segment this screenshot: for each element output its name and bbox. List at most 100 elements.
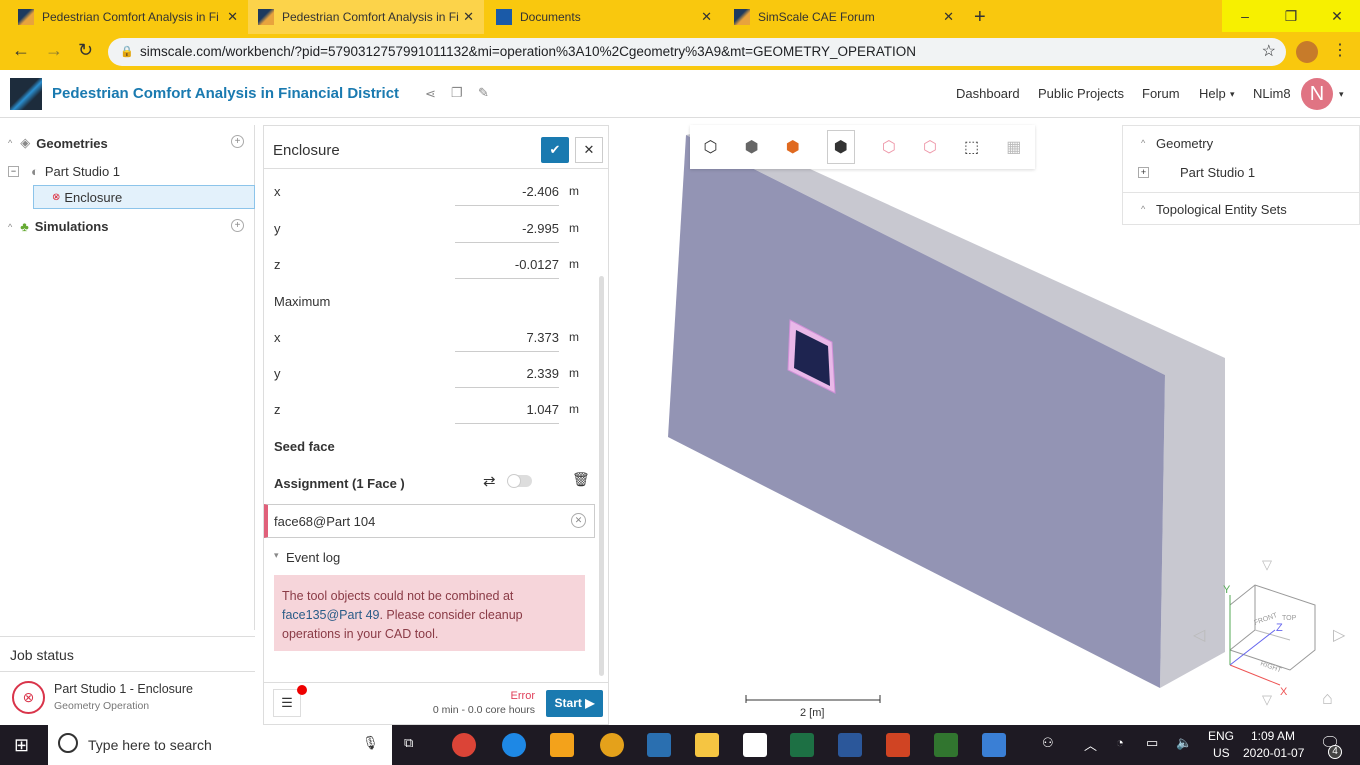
chevron-down-icon[interactable]: ▾: [1230, 89, 1235, 100]
nav-forum[interactable]: Forum: [1142, 86, 1180, 101]
user-avatar[interactable]: N: [1301, 78, 1333, 110]
geometry-heading[interactable]: Geometry: [1156, 136, 1213, 151]
browser-tab-active[interactable]: Pedestrian Comfort Analysis in Fi ✕: [248, 0, 484, 34]
close-button[interactable]: ✕: [575, 137, 603, 163]
windows-start-icon[interactable]: ⊞: [14, 735, 29, 756]
url-input[interactable]: 🔒 simscale.com/workbench/?pid=57903127579…: [108, 38, 1286, 66]
tree-item-part-studio[interactable]: − ◐ Part Studio 1: [8, 164, 120, 179]
seed-face-label: Seed face: [274, 439, 335, 454]
profile-avatar[interactable]: [1296, 41, 1318, 63]
restore-button[interactable]: ❐: [1268, 0, 1314, 32]
volume-icon[interactable]: 🔈: [1176, 735, 1192, 751]
taskbar-search[interactable]: Type here to search 🎙: [48, 725, 392, 765]
start-button[interactable]: Start ▶: [546, 690, 603, 717]
monitor-app-icon[interactable]: [647, 733, 671, 757]
close-tab-icon[interactable]: ✕: [943, 9, 954, 25]
part-studio-item[interactable]: Part Studio 1: [1180, 165, 1255, 180]
close-window-button[interactable]: ✕: [1314, 0, 1360, 32]
tray-chevron-icon[interactable]: ︿: [1084, 735, 1097, 754]
rotate-down-icon[interactable]: ▽: [1262, 692, 1272, 708]
dotted-cube-icon[interactable]: ⬡: [882, 137, 896, 157]
edge-icon[interactable]: [502, 733, 526, 757]
adobe-icon[interactable]: [743, 733, 767, 757]
excel-icon[interactable]: [790, 733, 814, 757]
event-log-label[interactable]: Event log: [286, 550, 340, 565]
battery-icon[interactable]: ▭: [1146, 735, 1158, 751]
task-view-icon[interactable]: ⧉: [404, 735, 413, 751]
wifi-icon[interactable]: ◔: [1116, 735, 1124, 750]
rotate-right-icon[interactable]: ▷: [1333, 625, 1345, 645]
forward-icon[interactable]: →: [45, 40, 63, 61]
box-select-icon[interactable]: ⬚: [964, 137, 979, 157]
close-tab-icon[interactable]: ✕: [463, 9, 474, 25]
tree-item-geometries[interactable]: ^ ◈ Geometries: [8, 135, 108, 151]
solid-cube-icon[interactable]: ⬢: [745, 137, 759, 157]
add-simulation-button[interactable]: +: [231, 219, 244, 232]
share-icon[interactable]: ⋖: [425, 86, 436, 102]
collapse-icon[interactable]: −: [8, 166, 19, 177]
nav-public-projects[interactable]: Public Projects: [1038, 86, 1124, 101]
tree-item-enclosure[interactable]: ⊗ Enclosure: [33, 185, 255, 209]
job-type: Geometry Operation: [54, 700, 150, 712]
chevron-down-icon[interactable]: ▾: [1339, 89, 1344, 100]
selection-toggle[interactable]: [507, 474, 532, 488]
simscale-logo[interactable]: [10, 78, 42, 110]
face-link[interactable]: face135@Part 49: [282, 608, 379, 622]
region-indicator[interactable]: US: [1213, 746, 1230, 760]
nav-help[interactable]: Help: [1199, 86, 1226, 101]
bookmark-star-icon[interactable]: ☆: [1262, 38, 1276, 66]
scrollbar[interactable]: [599, 276, 604, 676]
rotate-up-icon[interactable]: ▽: [1262, 557, 1272, 573]
rotate-left-icon[interactable]: ◁: [1193, 625, 1205, 645]
3d-viewport[interactable]: FRONT TOP RIGHT 2 [m] X Y Z ▽ ▽ ◁ ▷ ⌂ ⬡ ⬢…: [610, 120, 1360, 725]
home-view-icon[interactable]: ⌂: [1322, 688, 1333, 709]
selected-cube-icon[interactable]: ⬢: [826, 130, 855, 164]
remove-face-icon[interactable]: ✕: [571, 513, 586, 528]
swap-icon[interactable]: ⇄: [483, 472, 496, 490]
store-icon[interactable]: [550, 733, 574, 757]
file-explorer-icon[interactable]: [695, 733, 719, 757]
back-icon[interactable]: ←: [12, 40, 30, 61]
view-cube[interactable]: [1229, 584, 1316, 671]
clock-time[interactable]: 1:09 AM: [1251, 729, 1295, 743]
wireframe-cube-icon[interactable]: ⬡: [704, 137, 718, 157]
close-tab-icon[interactable]: ✕: [701, 9, 712, 25]
username[interactable]: NLim8: [1253, 86, 1291, 101]
job-name[interactable]: Part Studio 1 - Enclosure: [54, 682, 193, 696]
reload-icon[interactable]: ↻: [78, 40, 93, 61]
browser-tab[interactable]: Pedestrian Comfort Analysis in Fi ✕: [8, 0, 248, 34]
close-tab-icon[interactable]: ✕: [227, 9, 238, 25]
headphones-app-icon[interactable]: [600, 733, 624, 757]
app-icon[interactable]: [982, 733, 1006, 757]
browser-tab[interactable]: SimScale CAE Forum ✕: [724, 0, 964, 34]
menu-dots-icon[interactable]: ⋮: [1332, 40, 1348, 60]
copy-icon[interactable]: ❐: [451, 85, 463, 101]
assigned-face-item[interactable]: face68@Part 104 ✕: [264, 504, 595, 538]
section-icon[interactable]: ▦: [1006, 137, 1021, 157]
project-icon[interactable]: [934, 733, 958, 757]
minimize-button[interactable]: –: [1222, 0, 1268, 32]
expand-icon[interactable]: +: [1138, 167, 1149, 178]
clock-date[interactable]: 2020-01-07: [1243, 746, 1304, 760]
project-title: Pedestrian Comfort Analysis in Financial…: [52, 85, 400, 102]
outline-cube-icon[interactable]: ⬡: [923, 137, 937, 157]
address-bar-row: ← → ↻ 🔒 simscale.com/workbench/?pid=57903…: [0, 34, 1360, 70]
edit-icon[interactable]: ✎: [478, 85, 489, 101]
word-icon[interactable]: [838, 733, 862, 757]
list-icon[interactable]: ☰: [273, 689, 301, 717]
new-tab-button[interactable]: +: [974, 6, 986, 29]
tree-item-simulations[interactable]: ^ ♣ Simulations: [8, 219, 108, 234]
chrome-icon[interactable]: [452, 733, 476, 757]
browser-tab[interactable]: Documents ✕: [486, 0, 722, 34]
chevron-down-icon[interactable]: ▾: [274, 550, 279, 561]
people-icon[interactable]: ⚇: [1042, 735, 1054, 751]
confirm-button[interactable]: ✔: [541, 137, 569, 163]
topological-sets-heading[interactable]: Topological Entity Sets: [1156, 202, 1287, 217]
add-geometry-button[interactable]: +: [231, 135, 244, 148]
orange-cube-icon[interactable]: ⬢: [786, 137, 800, 157]
nav-dashboard[interactable]: Dashboard: [956, 86, 1020, 101]
delete-icon[interactable]: 🗑: [572, 471, 590, 488]
powerpoint-icon[interactable]: [886, 733, 910, 757]
language-indicator[interactable]: ENG: [1208, 729, 1234, 743]
error-message: The tool objects could not be combined a…: [274, 575, 585, 651]
